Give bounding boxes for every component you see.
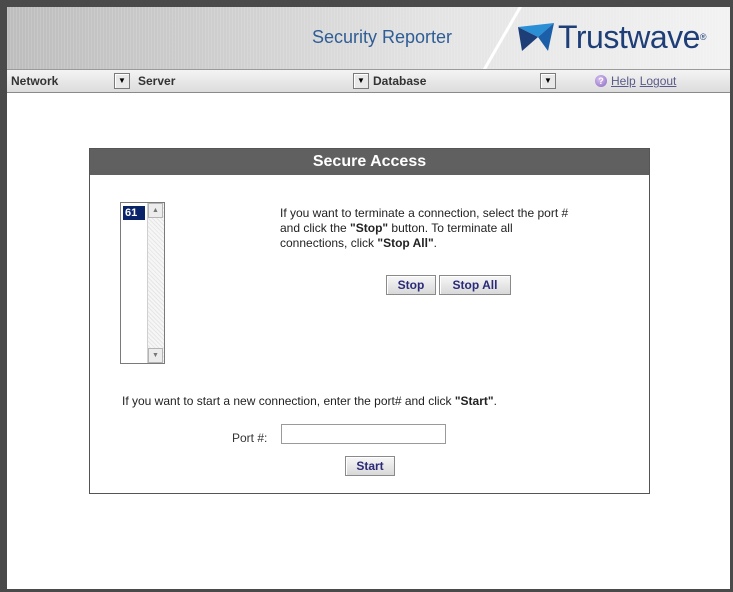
brand-logo: Trustwave ® <box>518 17 707 57</box>
help-logout-area: ? Help Logout <box>595 72 680 90</box>
registered-mark: ® <box>699 32 707 42</box>
app-window: Security Reporter Trustwave ® Network ▼ S… <box>7 7 730 589</box>
chevron-down-icon[interactable]: ▼ <box>540 73 556 89</box>
stop-button[interactable]: Stop <box>386 275 436 295</box>
help-icon[interactable]: ? <box>595 75 607 87</box>
instr-stop-all-emphasis: "Stop All" <box>377 236 434 250</box>
product-title: Security Reporter <box>312 27 453 47</box>
scroll-up-icon[interactable]: ▲ <box>148 203 163 218</box>
server-menu[interactable]: Server ▼ <box>134 72 372 90</box>
database-menu-label: Database <box>373 74 427 88</box>
server-menu-label: Server <box>138 74 176 88</box>
listbox-scrollbar[interactable]: ▲ ▼ <box>147 203 164 363</box>
header-banner: Security Reporter Trustwave ® <box>7 7 730 69</box>
instr-text-3: . <box>433 236 437 250</box>
network-menu[interactable]: Network ▼ <box>7 72 132 90</box>
trustwave-logo-mark-icon <box>518 23 554 51</box>
port-label: Port #: <box>232 431 268 445</box>
chevron-down-icon[interactable]: ▼ <box>114 73 130 89</box>
secure-access-panel: Secure Access 61 ▲ ▼ If you want to term… <box>89 148 650 494</box>
start-text-1: If you want to start a new connection, e… <box>122 394 455 408</box>
start-emphasis: "Start" <box>454 394 494 408</box>
chevron-down-icon[interactable]: ▼ <box>353 73 369 89</box>
nav-bar: Network ▼ Server ▼ Database ▼ ? Help Log… <box>7 69 730 93</box>
instr-stop-emphasis: "Stop" <box>350 221 389 235</box>
logout-link[interactable]: Logout <box>640 74 677 88</box>
network-menu-label: Network <box>11 74 59 88</box>
scroll-down-icon[interactable]: ▼ <box>148 348 163 363</box>
start-button[interactable]: Start <box>345 456 395 476</box>
panel-title: Secure Access <box>90 149 649 175</box>
start-text-2: . <box>493 394 497 408</box>
database-menu[interactable]: Database ▼ <box>369 72 559 90</box>
stop-all-button[interactable]: Stop All <box>439 275 511 295</box>
connection-listbox[interactable]: 61 ▲ ▼ <box>120 202 165 364</box>
connection-list-item[interactable]: 61 <box>123 206 145 220</box>
brand-name: Trustwave <box>558 18 700 55</box>
port-input[interactable] <box>281 424 446 444</box>
terminate-instructions: If you want to terminate a connection, s… <box>280 206 580 251</box>
help-link[interactable]: Help <box>611 74 636 88</box>
start-instructions: If you want to start a new connection, e… <box>122 394 497 408</box>
